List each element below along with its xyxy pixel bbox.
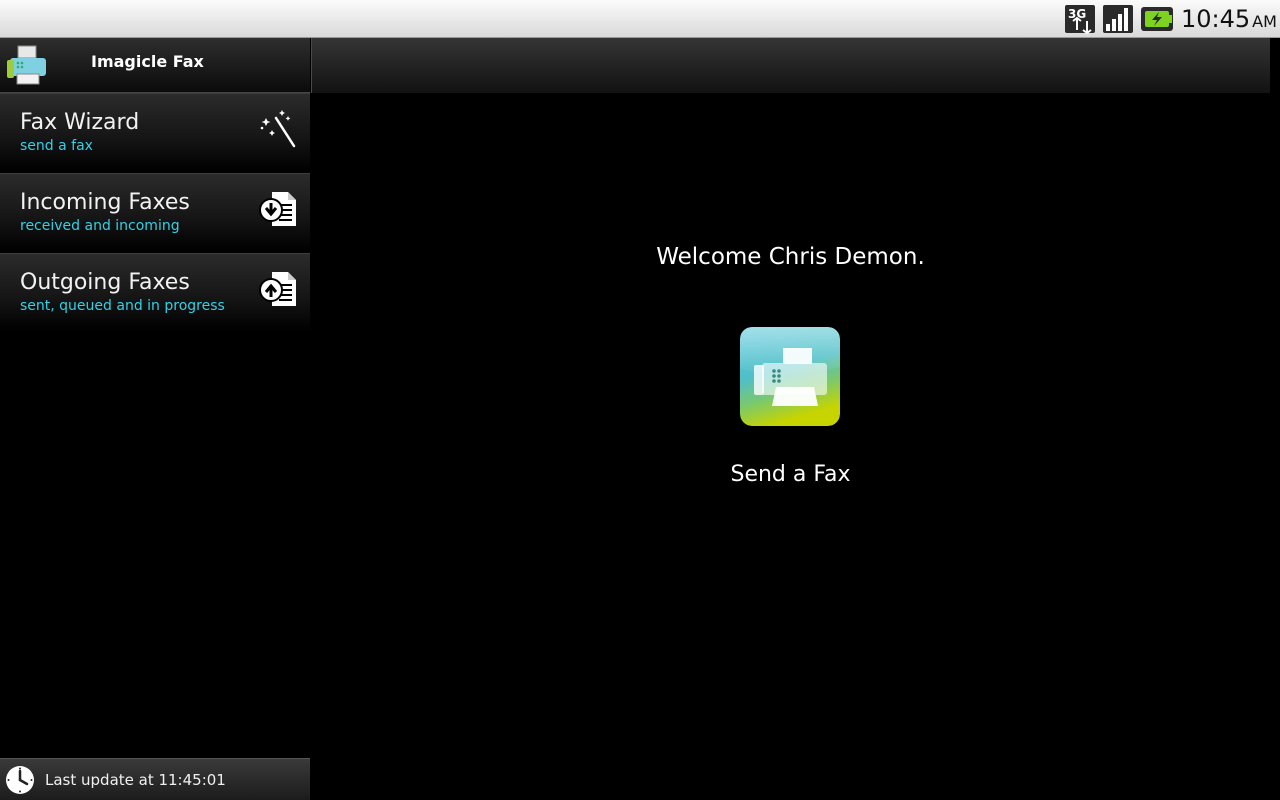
clock-ampm: AM <box>1252 12 1277 31</box>
clock-time: 10:45 <box>1181 5 1251 33</box>
menu-item-title: Fax Wizard <box>20 110 140 135</box>
incoming-document-icon <box>259 192 296 226</box>
status-clock: 10:45 AM <box>1181 5 1277 33</box>
fax-machine-icon <box>7 45 46 85</box>
left-navigation-pane: Imagicle Fax Fax Wizard send a fax Incom… <box>0 38 310 800</box>
battery-charging-icon <box>1141 7 1173 31</box>
menu-item-subtitle: send a fax <box>20 138 93 154</box>
menu-item-fax-wizard[interactable]: Fax Wizard send a fax <box>0 93 310 171</box>
menu-item-title: Incoming Faxes <box>20 190 190 215</box>
menu-item-subtitle: received and incoming <box>20 218 180 234</box>
menu-item-title: Outgoing Faxes <box>20 270 190 295</box>
menu-item-outgoing-faxes[interactable]: Outgoing Faxes sent, queued and in progr… <box>0 253 310 331</box>
app-header: Imagicle Fax <box>0 38 310 93</box>
3g-data-icon: 3G <box>1065 5 1095 34</box>
content-header-bar <box>311 38 1270 93</box>
outgoing-document-icon <box>259 272 296 306</box>
last-update-text: Last update at 11:45:01 <box>45 771 226 789</box>
menu-item-incoming-faxes[interactable]: Incoming Faxes received and incoming <box>0 173 310 251</box>
header-edge <box>1270 38 1280 93</box>
last-update-footer: Last update at 11:45:01 <box>0 758 310 800</box>
send-fax-label[interactable]: Send a Fax <box>311 461 1270 489</box>
status-bar: 3G 10:45 AM <box>0 0 1280 38</box>
menu-item-subtitle: sent, queued and in progress <box>20 298 225 314</box>
welcome-message: Welcome Chris Demon. <box>656 244 925 270</box>
magic-wand-icon <box>260 110 296 148</box>
send-fax-button[interactable] <box>740 327 840 426</box>
clock-icon <box>6 766 34 794</box>
app-title: Imagicle Fax <box>91 52 204 71</box>
signal-strength-icon <box>1103 5 1133 33</box>
